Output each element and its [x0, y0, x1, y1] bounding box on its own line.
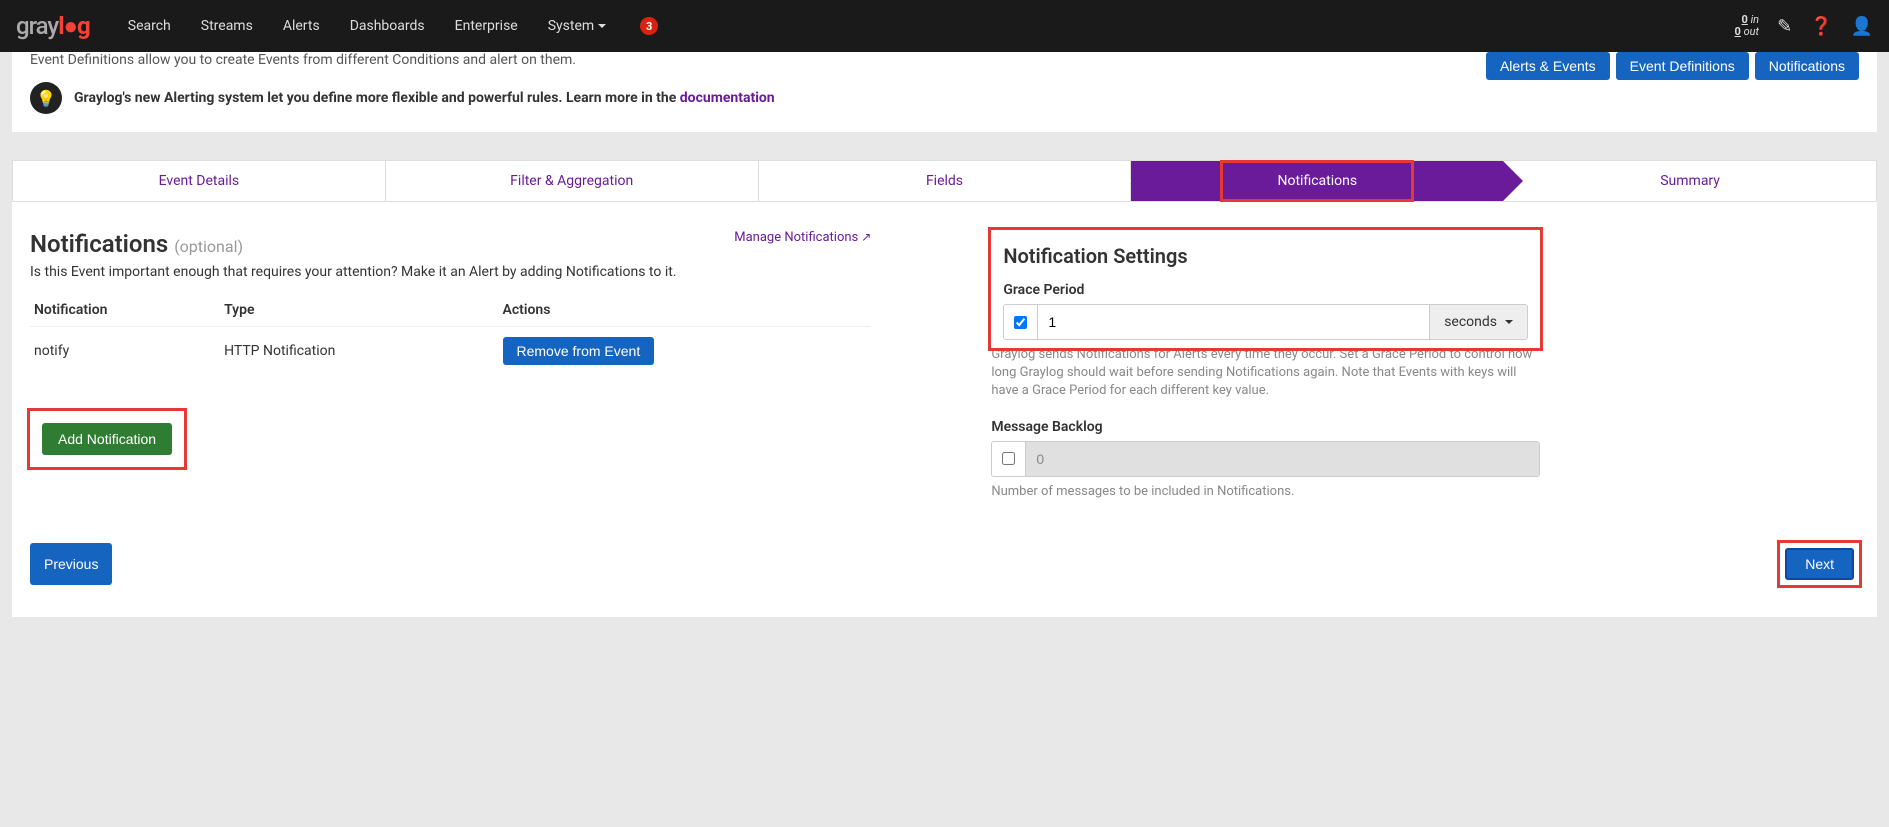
alerts-events-button[interactable]: Alerts & Events	[1486, 52, 1610, 80]
message-backlog-checkbox[interactable]	[1002, 452, 1015, 465]
throughput: 0 in 0 out	[1735, 14, 1760, 38]
grace-period-hint: Graylog sends Notifications for Alerts e…	[991, 346, 1540, 401]
grace-period-label: Grace Period	[1003, 282, 1528, 298]
nav-links: Search Streams Alerts Dashboards Enterpr…	[114, 10, 658, 42]
nav-dashboards[interactable]: Dashboards	[336, 10, 439, 42]
chevron-down-icon	[598, 24, 606, 28]
notification-settings-title: Notification Settings	[1003, 244, 1528, 268]
grace-period-input-group: seconds	[1003, 304, 1528, 340]
message-backlog-input[interactable]	[1026, 442, 1539, 476]
previous-button[interactable]: Previous	[30, 543, 112, 585]
notifications-button[interactable]: Notifications	[1755, 52, 1859, 80]
notifications-help: Is this Event important enough that requ…	[30, 264, 871, 280]
page-header: Alerts & Events Event Definitions Notifi…	[12, 52, 1877, 132]
notifications-table: Notification Type Actions notify HTTP No…	[30, 294, 871, 375]
message-backlog-input-group	[991, 441, 1540, 477]
table-row: notify HTTP Notification Remove from Eve…	[30, 327, 871, 376]
step-fields[interactable]: Fields	[759, 161, 1132, 201]
scratchpad-icon[interactable]: ✎	[1777, 16, 1792, 37]
remove-from-event-button[interactable]: Remove from Event	[503, 337, 655, 365]
step-filter-aggregation[interactable]: Filter & Aggregation	[386, 161, 759, 201]
add-notification-button[interactable]: Add Notification	[42, 423, 172, 455]
message-backlog-hint: Number of messages to be included in Not…	[991, 483, 1540, 501]
next-button[interactable]: Next	[1785, 548, 1854, 580]
manage-notifications-link[interactable]: Manage Notifications↗	[734, 230, 871, 245]
step-notifications[interactable]: Notifications	[1131, 161, 1504, 201]
documentation-link[interactable]: documentation	[680, 90, 775, 106]
top-navbar: grayl●g Search Streams Alerts Dashboards…	[0, 0, 1889, 52]
nav-alerts[interactable]: Alerts	[269, 10, 334, 42]
nav-streams[interactable]: Streams	[187, 10, 267, 42]
step-summary[interactable]: Summary	[1504, 161, 1876, 201]
col-type: Type	[220, 294, 498, 327]
chevron-down-icon	[1505, 320, 1513, 324]
grace-period-input[interactable]	[1038, 305, 1429, 339]
message-backlog-label: Message Backlog	[991, 419, 1540, 435]
event-definitions-button[interactable]: Event Definitions	[1616, 52, 1749, 80]
step-event-details[interactable]: Event Details	[13, 161, 386, 201]
notification-badge[interactable]: 3	[640, 17, 658, 35]
lightbulb-icon: 💡	[30, 82, 62, 114]
nav-search[interactable]: Search	[114, 10, 185, 42]
col-notification: Notification	[30, 294, 220, 327]
help-icon[interactable]: ❓	[1810, 16, 1832, 37]
grace-period-unit-button[interactable]: seconds	[1429, 305, 1527, 339]
external-link-icon: ↗	[861, 230, 871, 244]
grace-period-checkbox[interactable]	[1014, 316, 1027, 329]
info-text: Graylog's new Alerting system let you de…	[74, 90, 775, 106]
user-icon[interactable]: 👤	[1851, 16, 1873, 37]
logo: grayl●g	[16, 12, 90, 41]
col-actions: Actions	[499, 294, 872, 327]
wizard-steps: Event Details Filter & Aggregation Field…	[12, 160, 1877, 202]
nav-enterprise[interactable]: Enterprise	[441, 10, 532, 42]
nav-system[interactable]: System	[534, 10, 620, 42]
